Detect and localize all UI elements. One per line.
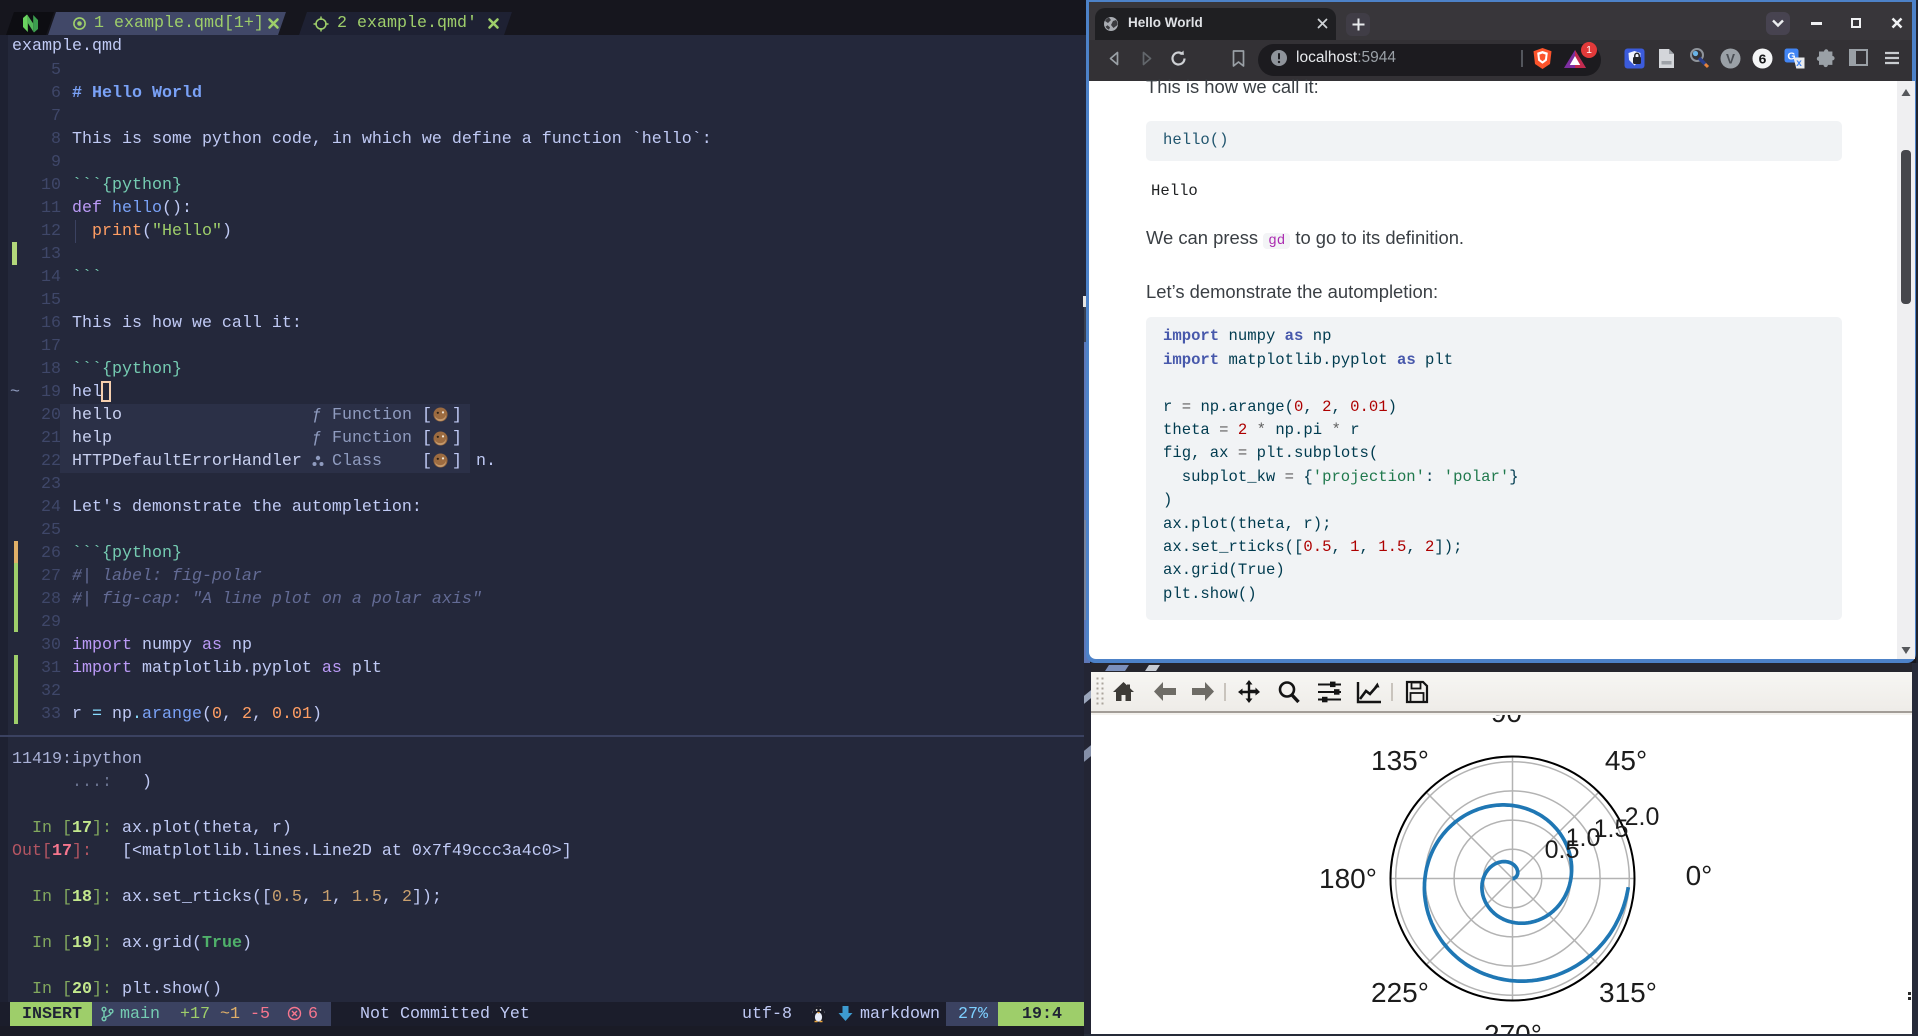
svg-text:x: x bbox=[1796, 58, 1802, 69]
svg-text:6: 6 bbox=[1758, 53, 1766, 69]
svg-text:V: V bbox=[1726, 52, 1735, 67]
